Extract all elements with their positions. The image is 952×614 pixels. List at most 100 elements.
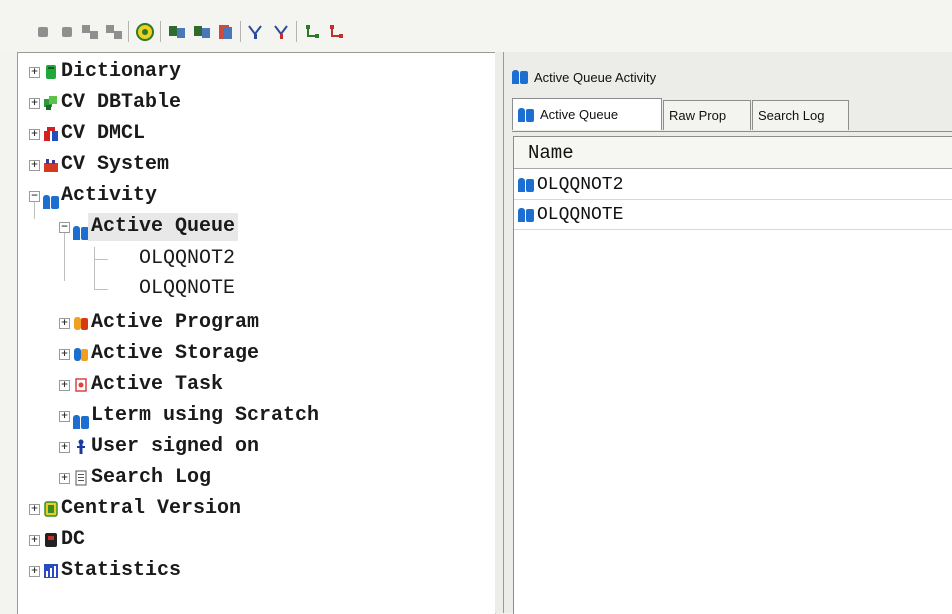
- tree-item-cv-dbtable[interactable]: + CV DBTable: [18, 89, 488, 117]
- expand-icon[interactable]: +: [59, 442, 70, 453]
- tree-leaf-olqqnote[interactable]: OLQQNOTE: [18, 275, 488, 303]
- expand-icon[interactable]: +: [29, 67, 40, 78]
- collapse-icon[interactable]: −: [29, 191, 40, 202]
- tree-item-label: Active Queue: [88, 213, 239, 241]
- results-list: Name OLQQNOT2 OLQQNOTE: [513, 136, 952, 614]
- tab-raw-prop[interactable]: Raw Prop: [663, 100, 751, 130]
- tab-label: Raw Prop: [669, 108, 727, 123]
- tree-item-dictionary[interactable]: + Dictionary: [18, 58, 488, 86]
- tree-item-lterm-using-scratch[interactable]: + Lterm using Scratch: [18, 402, 488, 430]
- expand-icon[interactable]: +: [59, 473, 70, 484]
- expand-icon[interactable]: +: [29, 535, 40, 546]
- tree-item-label: Active Program: [91, 311, 260, 334]
- lterm-icon: [73, 414, 89, 430]
- tree-item-label: CV DBTable: [61, 91, 182, 114]
- tree-item-label: CV System: [61, 153, 170, 176]
- dc-icon: [43, 532, 59, 548]
- tree-expand-icon[interactable]: [303, 22, 323, 42]
- copy-all-icon[interactable]: [192, 22, 212, 42]
- tree-item-statistics[interactable]: + Statistics: [18, 557, 488, 585]
- tree-item-search-log[interactable]: + Search Log: [18, 464, 488, 492]
- list-item[interactable]: OLQQNOTE: [514, 200, 952, 230]
- dictionary-icon: [43, 64, 59, 80]
- task-icon: [73, 377, 89, 393]
- pause-icon[interactable]: [57, 22, 77, 42]
- refresh-icon[interactable]: [135, 22, 155, 42]
- queue-icon: [518, 107, 534, 123]
- activity-icon: [43, 194, 59, 210]
- dbtable-icon: [43, 95, 59, 111]
- list-item-label: OLQQNOT2: [537, 174, 624, 195]
- stop-icon[interactable]: [33, 22, 53, 42]
- expand-icon[interactable]: +: [59, 380, 70, 391]
- expand-icon[interactable]: +: [29, 98, 40, 109]
- list-item[interactable]: OLQQNOT2: [514, 170, 952, 200]
- tree-item-active-task[interactable]: + Active Task: [18, 371, 488, 399]
- expand-icon[interactable]: +: [29, 504, 40, 515]
- tab-label: Search Log: [758, 108, 825, 123]
- tree-item-dc[interactable]: + DC: [18, 526, 488, 554]
- queue-icon: [512, 69, 528, 85]
- copy-icon[interactable]: [167, 22, 187, 42]
- tree-item-active-storage[interactable]: + Active Storage: [18, 340, 488, 368]
- filter-icon[interactable]: [246, 22, 266, 42]
- toolbar-separator: [240, 21, 241, 42]
- tree-item-label: Search Log: [91, 466, 212, 489]
- tree-item-active-program[interactable]: + Active Program: [18, 309, 488, 337]
- tree-item-cv-dmcl[interactable]: + CV DMCL: [18, 120, 488, 148]
- panel-title-text: Active Queue Activity: [534, 69, 657, 85]
- storage-icon: [73, 346, 89, 362]
- queue-icon: [518, 177, 534, 193]
- expand-icon[interactable]: +: [59, 349, 70, 360]
- statistics-icon: [43, 563, 59, 579]
- toolbar-separator: [128, 21, 129, 42]
- tab-search-log[interactable]: Search Log: [752, 100, 849, 130]
- tree-item-cv-system[interactable]: + CV System: [18, 151, 488, 179]
- tab-label: Active Queue: [540, 107, 619, 122]
- tree-item-label: Active Storage: [91, 342, 260, 365]
- filter-clear-icon[interactable]: [272, 22, 292, 42]
- toolbar-separator: [296, 21, 297, 42]
- expand-icon[interactable]: +: [59, 411, 70, 422]
- tree-item-label: Statistics: [61, 559, 182, 582]
- expand-icon[interactable]: +: [29, 566, 40, 577]
- tree-item-central-version[interactable]: + Central Version: [18, 495, 488, 523]
- toolbar-separator: [160, 21, 161, 42]
- central-version-icon: [43, 501, 59, 517]
- tree-item-label: Active Task: [91, 373, 224, 396]
- tree-item-label: DC: [61, 528, 86, 551]
- system-icon: [43, 157, 59, 173]
- expand-icon[interactable]: +: [59, 318, 70, 329]
- panel-splitter[interactable]: [495, 52, 503, 613]
- properties-icon[interactable]: [216, 22, 236, 42]
- column-header-label: Name: [528, 141, 574, 164]
- disconnect-icon[interactable]: [104, 22, 124, 42]
- collapse-icon[interactable]: −: [59, 222, 70, 233]
- queue-icon: [73, 225, 89, 241]
- queue-icon: [518, 207, 534, 223]
- program-icon: [73, 315, 89, 331]
- dmcl-icon: [43, 126, 59, 142]
- tab-active-queue[interactable]: Active Queue: [512, 98, 662, 130]
- column-header-name[interactable]: Name: [514, 137, 952, 169]
- detail-panel: Active Queue Activity Active Queue Raw P…: [503, 52, 952, 614]
- tree-item-label: Lterm using Scratch: [91, 404, 320, 427]
- connect-icon[interactable]: [80, 22, 100, 42]
- tree-item-label: Dictionary: [61, 60, 182, 83]
- tree-item-user-signed-on[interactable]: + User signed on: [18, 433, 488, 461]
- tab-divider: [512, 131, 952, 132]
- tree-leaf-olqqnot2[interactable]: OLQQNOT2: [18, 245, 488, 273]
- tree-leaf-label: OLQQNOTE: [139, 277, 236, 300]
- user-icon: [73, 439, 89, 455]
- toolbar: [0, 0, 952, 52]
- tree-item-label: User signed on: [91, 435, 260, 458]
- navigation-tree: + Dictionary + CV DBTable + CV DMCL + CV…: [17, 52, 496, 614]
- expand-icon[interactable]: +: [29, 160, 40, 171]
- tree-item-active-queue[interactable]: − Active Queue: [18, 213, 488, 241]
- tree-item-label: CV DMCL: [61, 122, 146, 145]
- tree-leaf-label: OLQQNOT2: [139, 247, 236, 270]
- tree-item-activity[interactable]: − Activity: [18, 182, 488, 210]
- panel-title: Active Queue Activity: [512, 64, 656, 90]
- tree-collapse-icon[interactable]: [327, 22, 347, 42]
- expand-icon[interactable]: +: [29, 129, 40, 140]
